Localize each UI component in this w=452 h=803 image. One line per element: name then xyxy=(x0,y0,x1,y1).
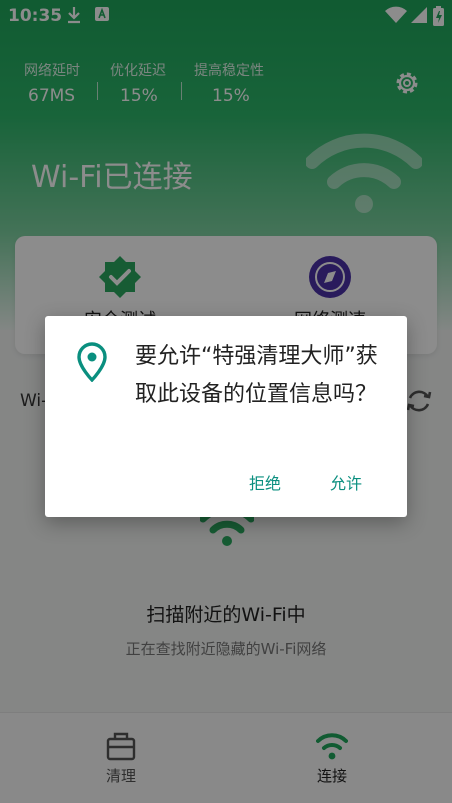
deny-button[interactable]: 拒绝 xyxy=(243,466,287,498)
location-permission-dialog: 要允许“特强清理大师”获取此设备的位置信息吗？ 拒绝 允许 xyxy=(45,316,407,517)
dialog-message: 要允许“特强清理大师”获取此设备的位置信息吗？ xyxy=(135,344,378,407)
allow-button[interactable]: 允许 xyxy=(324,466,368,498)
location-pin-icon xyxy=(77,342,107,383)
app-screen: 10:35 网络延时 67MS 优化延迟 15% 提高稳定性 15% Wi-Fi… xyxy=(0,0,452,803)
